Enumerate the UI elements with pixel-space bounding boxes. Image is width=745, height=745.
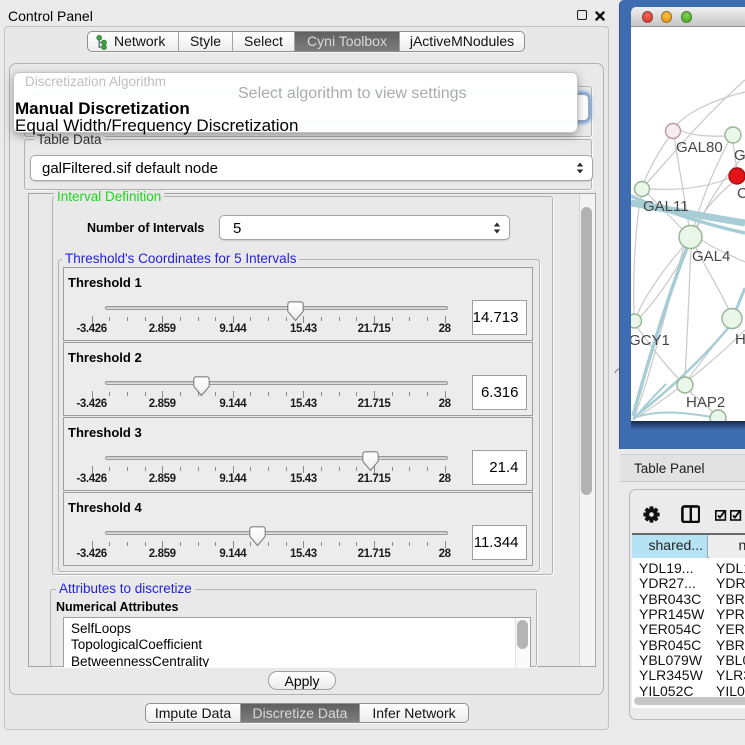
svg-text:CY: CY [737,185,745,202]
svg-text:HAP2: HAP2 [686,394,725,411]
svg-text:GAL4: GAL4 [692,248,730,265]
svg-text:GA: GA [734,147,745,164]
svg-text:HA: HA [735,331,745,348]
svg-text:GCY1: GCY1 [631,332,670,349]
svg-text:GAL11: GAL11 [643,198,689,215]
svg-text:GAL80: GAL80 [676,139,723,156]
